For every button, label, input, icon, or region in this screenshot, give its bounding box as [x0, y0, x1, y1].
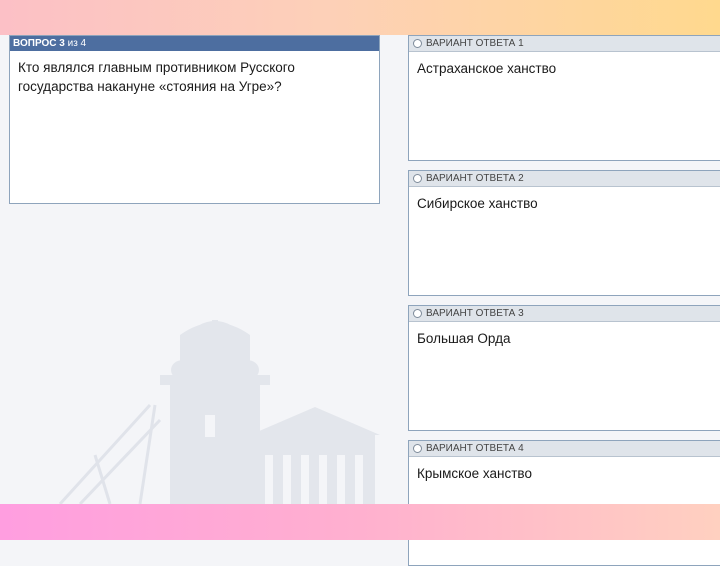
- answer-option-header: ВАРИАНТ ОТВЕТА 2: [409, 171, 720, 187]
- radio-button-icon[interactable]: [413, 309, 422, 318]
- question-text: Кто являлся главным противником Русского…: [18, 60, 295, 94]
- answer-option-header: ВАРИАНТ ОТВЕТА 1: [409, 36, 720, 52]
- bottom-decor-band: [0, 504, 720, 540]
- answer-option-3[interactable]: ВАРИАНТ ОТВЕТА 3 Большая Орда: [408, 305, 720, 431]
- answer-option-label: ВАРИАНТ ОТВЕТА 2: [426, 173, 524, 184]
- radio-button-icon[interactable]: [413, 174, 422, 183]
- answer-option-label: ВАРИАНТ ОТВЕТА 3: [426, 308, 524, 319]
- question-card: ВОПРОС 3 из 4 Кто являлся главным против…: [9, 35, 380, 204]
- answer-option-1[interactable]: ВАРИАНТ ОТВЕТА 1 Астраханское ханство: [408, 35, 720, 161]
- question-header: ВОПРОС 3 из 4: [10, 36, 379, 51]
- answer-option-text: Астраханское ханство: [417, 61, 557, 76]
- question-total: из 4: [67, 38, 87, 49]
- question-number: ВОПРОС 3: [13, 38, 65, 49]
- answer-option-4[interactable]: ВАРИАНТ ОТВЕТА 4 Крымское ханство: [408, 440, 720, 566]
- top-decor-band: [0, 0, 720, 35]
- answer-option-text: Сибирское ханство: [417, 196, 538, 211]
- radio-button-icon[interactable]: [413, 39, 422, 48]
- answer-option-header: ВАРИАНТ ОТВЕТА 4: [409, 441, 720, 457]
- answer-option-label: ВАРИАНТ ОТВЕТА 1: [426, 38, 524, 49]
- answer-option-text: Крымское ханство: [417, 466, 532, 481]
- answer-option-label: ВАРИАНТ ОТВЕТА 4: [426, 443, 524, 454]
- answer-option-2[interactable]: ВАРИАНТ ОТВЕТА 2 Сибирское ханство: [408, 170, 720, 296]
- radio-button-icon[interactable]: [413, 444, 422, 453]
- answer-option-text: Большая Орда: [417, 331, 511, 346]
- answer-option-header: ВАРИАНТ ОТВЕТА 3: [409, 306, 720, 322]
